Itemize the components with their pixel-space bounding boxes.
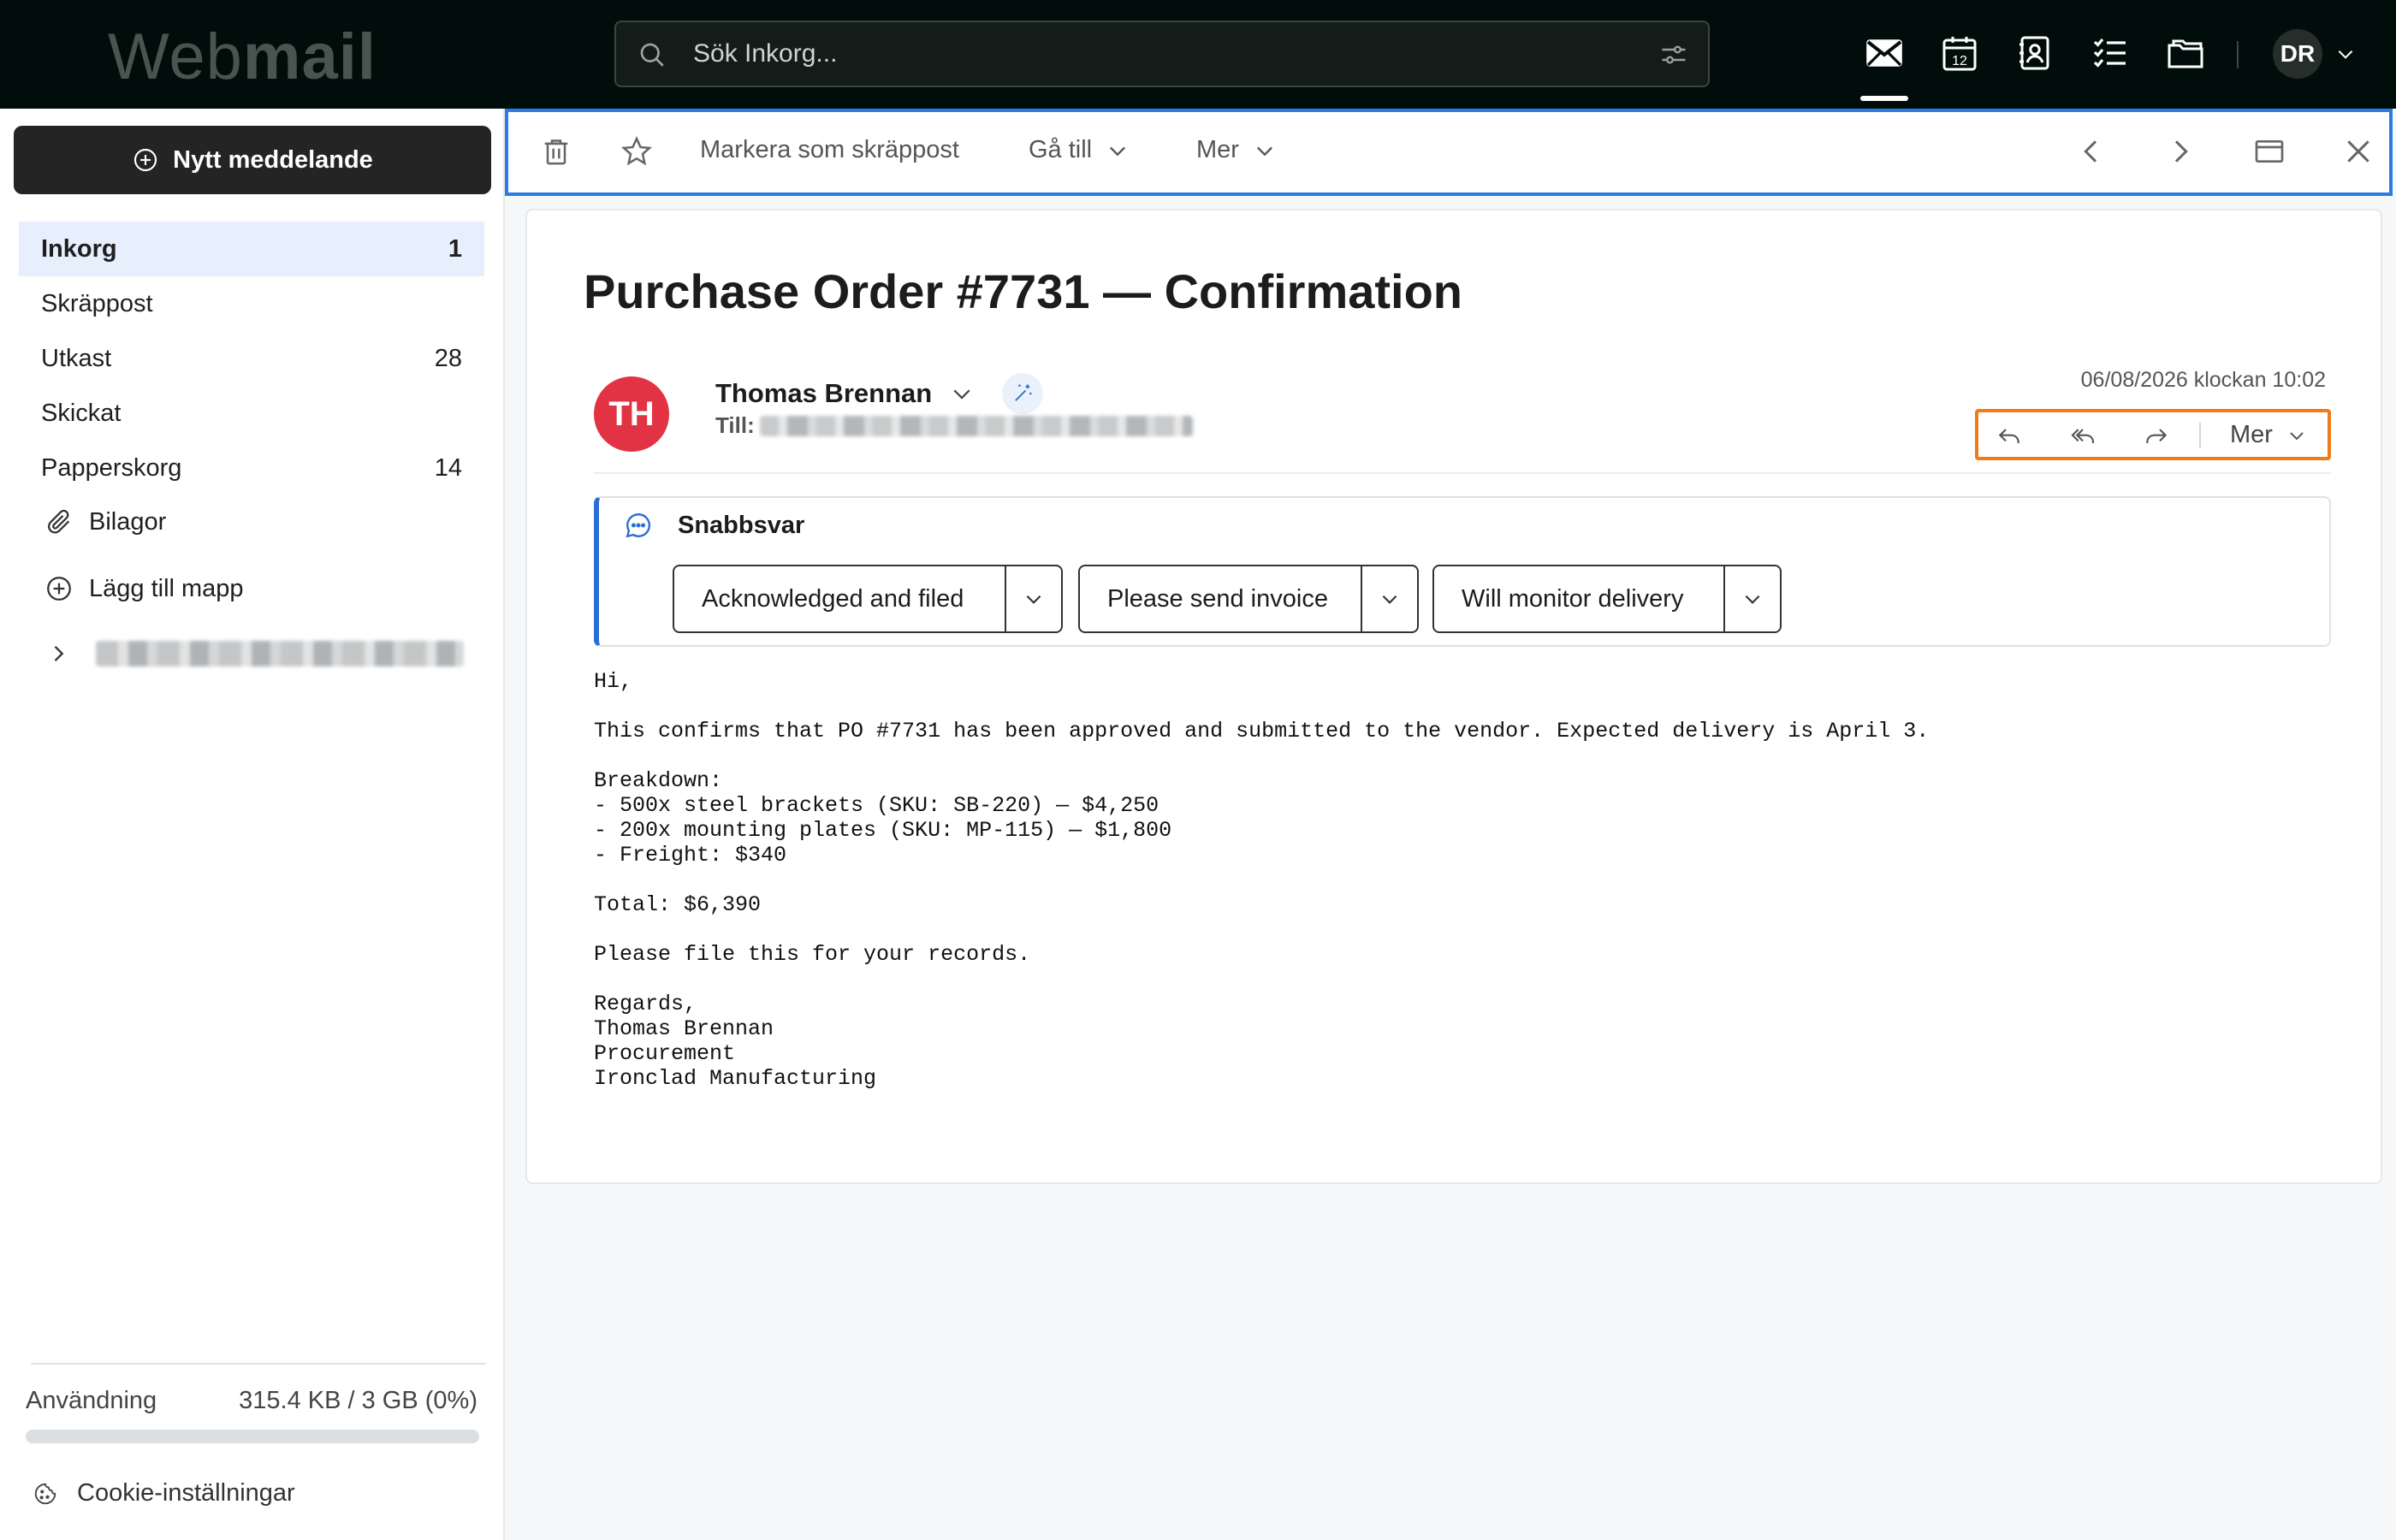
files-icon[interactable]	[2165, 33, 2206, 74]
plus-circle-icon	[134, 148, 157, 172]
quick-reply-dropdown[interactable]	[1723, 566, 1780, 631]
chevron-down-icon	[1745, 595, 1760, 604]
folder-label: Papperskorg	[41, 453, 182, 482]
attachments-label: Bilagor	[89, 507, 167, 536]
quick-reply-option[interactable]: Please send invoice	[1078, 565, 1419, 633]
folder-inbox[interactable]: Inkorg 1	[19, 222, 484, 276]
message-body: Hi, This confirms that PO #7731 has been…	[594, 669, 1930, 1091]
search-icon	[640, 43, 664, 67]
usage-progress-bar	[26, 1430, 479, 1443]
chevron-down-icon[interactable]	[949, 381, 975, 406]
star-icon[interactable]	[620, 134, 654, 169]
folder-drafts[interactable]: Utkast 28	[19, 331, 484, 386]
folder-count: 1	[448, 234, 462, 263]
message-panel: Purchase Order #7731 — Confirmation TH T…	[525, 209, 2382, 1184]
more-dropdown[interactable]: Mer	[1196, 136, 1277, 164]
tasks-icon[interactable]	[2090, 33, 2131, 74]
chevron-down-icon	[1382, 595, 1397, 604]
quick-reply-option[interactable]: Acknowledged and filed	[673, 565, 1063, 633]
quick-reply-dropdown[interactable]	[1005, 566, 1061, 631]
sender-row[interactable]: Thomas Brennan	[715, 373, 1044, 414]
chevron-down-icon	[2290, 431, 2304, 440]
window-layout-icon[interactable]	[2252, 134, 2286, 169]
reply-actions: Mer	[1975, 409, 2331, 460]
mail-icon[interactable]	[1860, 33, 1908, 101]
svg-text:12: 12	[1952, 54, 1967, 68]
sender-avatar: TH	[594, 376, 669, 452]
quick-reply-label[interactable]: Will monitor delivery	[1434, 566, 1723, 631]
quick-reply-title: Snabbsvar	[678, 511, 805, 539]
filter-sliders-icon[interactable]	[1658, 39, 1689, 70]
redacted-account-name	[96, 641, 464, 666]
top-bar: Webmail 12 DR	[0, 0, 2396, 109]
search-box[interactable]	[614, 21, 1710, 87]
chevron-down-icon[interactable]	[2334, 43, 2357, 65]
message-more-dropdown[interactable]: Mer	[2230, 421, 2307, 449]
folder-label: Skickat	[41, 399, 122, 427]
cookie-settings-label: Cookie-inställningar	[77, 1479, 295, 1507]
actions-divider	[2199, 423, 2201, 448]
goto-dropdown[interactable]: Gå till	[1029, 136, 1130, 164]
folder-label: Inkorg	[41, 234, 117, 263]
add-folder-label: Lägg till mapp	[89, 574, 244, 602]
chevron-down-icon	[1110, 146, 1126, 156]
add-folder-button[interactable]: Lägg till mapp	[44, 574, 244, 603]
webmail-logo[interactable]: Webmail	[108, 21, 377, 94]
to-label: Till:	[715, 412, 755, 438]
sidebar: Nytt meddelande Inkorg 1 Skräppost Utkas…	[0, 109, 505, 1540]
close-icon[interactable]	[2341, 134, 2375, 169]
sender-name[interactable]: Thomas Brennan	[715, 378, 932, 409]
reply-icon[interactable]	[1996, 423, 2023, 450]
chevron-down-icon	[1256, 146, 1272, 156]
chevron-right-icon[interactable]	[46, 642, 70, 666]
new-message-button[interactable]: Nytt meddelande	[14, 126, 491, 194]
usage-divider	[31, 1363, 486, 1365]
usage-label: Användning	[26, 1387, 157, 1414]
folder-count: 14	[434, 453, 462, 482]
chat-bubble-icon	[626, 513, 651, 538]
cookie-icon	[34, 1483, 56, 1504]
account-row[interactable]	[46, 641, 464, 666]
folder-label: Skräppost	[41, 289, 153, 317]
quick-reply-label[interactable]: Please send invoice	[1080, 566, 1361, 631]
recipient-row: Till:	[715, 412, 1193, 439]
quick-reply-option[interactable]: Will monitor delivery	[1432, 565, 1782, 633]
forward-icon[interactable]	[2143, 423, 2170, 450]
folder-label: Utkast	[41, 344, 112, 372]
contacts-icon[interactable]	[2014, 33, 2055, 74]
new-message-label: Nytt meddelande	[173, 145, 373, 174]
cookie-settings-link[interactable]: Cookie-inställningar	[33, 1479, 295, 1507]
reply-all-icon[interactable]	[2069, 423, 2096, 450]
folder-trash[interactable]: Papperskorg 14	[19, 441, 484, 495]
folder-spam[interactable]: Skräppost	[19, 276, 484, 331]
message-date: 06/08/2026 klockan 10:02	[2080, 368, 2326, 392]
magic-wand-icon	[1015, 384, 1032, 401]
user-avatar[interactable]: DR	[2273, 29, 2322, 79]
previous-message-icon[interactable]	[2074, 134, 2108, 169]
paperclip-icon	[48, 509, 70, 534]
trash-icon[interactable]	[539, 134, 573, 169]
mark-as-spam-button[interactable]: Markera som skräppost	[700, 136, 959, 164]
quick-reply-panel: Snabbsvar Acknowledged and filed Please …	[594, 496, 2331, 647]
quick-reply-header: Snabbsvar	[623, 510, 804, 541]
search-input[interactable]	[693, 31, 1592, 77]
header-divider	[594, 472, 2331, 474]
message-subject: Purchase Order #7731 — Confirmation	[584, 264, 1463, 318]
next-message-icon[interactable]	[2163, 134, 2197, 169]
verified-sender-badge[interactable]	[1002, 373, 1044, 414]
plus-circle-icon	[47, 577, 71, 601]
redacted-recipient	[759, 415, 1193, 436]
message-toolbar: Markera som skräppost Gå till Mer	[505, 109, 2393, 196]
calendar-icon[interactable]: 12	[1939, 33, 1980, 74]
quick-reply-dropdown[interactable]	[1361, 566, 1417, 631]
chevron-down-icon	[1026, 595, 1041, 604]
folder-sent[interactable]: Skickat	[19, 386, 484, 441]
folder-count: 28	[434, 344, 462, 372]
usage-value: 315.4 KB / 3 GB (0%)	[239, 1387, 477, 1414]
topbar-divider	[2237, 41, 2239, 68]
attachments-link[interactable]: Bilagor	[44, 507, 166, 536]
quick-reply-label[interactable]: Acknowledged and filed	[674, 566, 1005, 631]
